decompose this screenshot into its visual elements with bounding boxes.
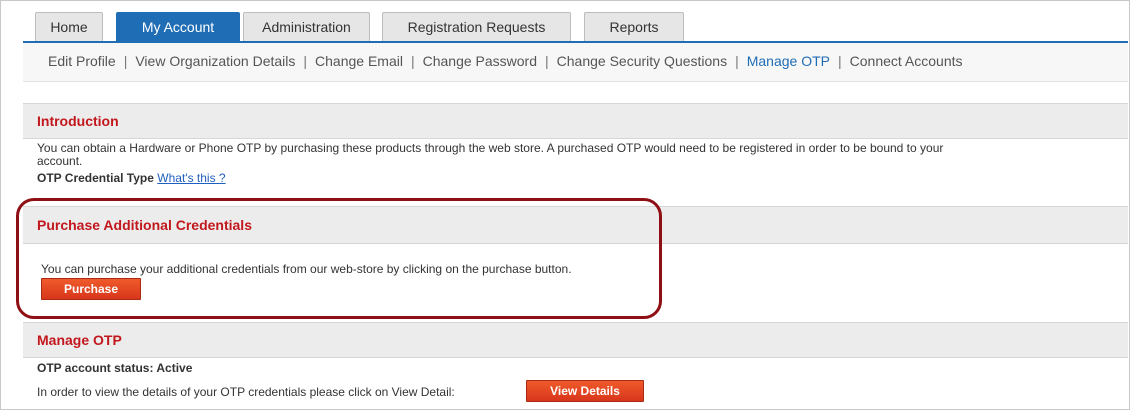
otp-status-text: OTP account status: Active	[37, 361, 193, 375]
view-details-button[interactable]: View Details	[526, 380, 644, 402]
subnav-separator: |	[410, 53, 415, 69]
tab-home[interactable]: Home	[35, 12, 103, 41]
introduction-text-line2: account.	[37, 154, 83, 168]
credential-type-label: OTP Credential Type	[37, 171, 154, 185]
subnav-separator: |	[123, 53, 128, 69]
introduction-text-line1: You can obtain a Hardware or Phone OTP b…	[37, 141, 944, 155]
subnav-separator: |	[545, 53, 549, 69]
introduction-title: Introduction	[37, 113, 119, 129]
tab-administration[interactable]: Administration	[243, 12, 370, 41]
subnav-edit-profile[interactable]: Edit Profile	[48, 53, 116, 69]
manage-otp-header: Manage OTP	[23, 322, 1128, 358]
account-subnav: Edit Profile | View Organization Details | C…	[23, 41, 1128, 82]
credential-type-row: OTP Credential Type What's this ?	[37, 172, 226, 185]
subnav-connect-accounts[interactable]: Connect Accounts	[850, 53, 963, 69]
highlight-outline	[16, 198, 662, 319]
main-tabs: Home My Account Administration Registrat…	[1, 1, 1129, 41]
tab-registration-requests[interactable]: Registration Requests	[382, 12, 571, 41]
subnav-separator: |	[838, 53, 842, 69]
whats-this-link[interactable]: What's this ?	[157, 171, 225, 185]
tab-my-account[interactable]: My Account	[116, 12, 240, 41]
subnav-separator: |	[735, 53, 739, 69]
view-detail-text: In order to view the details of your OTP…	[37, 385, 455, 399]
tab-reports[interactable]: Reports	[584, 12, 684, 41]
subnav-change-password[interactable]: Change Password	[423, 53, 537, 69]
introduction-text: You can obtain a Hardware or Phone OTP b…	[37, 142, 1117, 168]
subnav-change-email[interactable]: Change Email	[315, 53, 403, 69]
subnav-manage-otp[interactable]: Manage OTP	[747, 53, 830, 69]
subnav-view-organization-details[interactable]: View Organization Details	[135, 53, 295, 69]
introduction-header: Introduction	[23, 103, 1128, 139]
page-frame: Home My Account Administration Registrat…	[0, 0, 1130, 410]
subnav-separator: |	[303, 53, 308, 69]
subnav-change-security-questions[interactable]: Change Security Questions	[557, 53, 727, 69]
manage-otp-title: Manage OTP	[37, 332, 122, 348]
